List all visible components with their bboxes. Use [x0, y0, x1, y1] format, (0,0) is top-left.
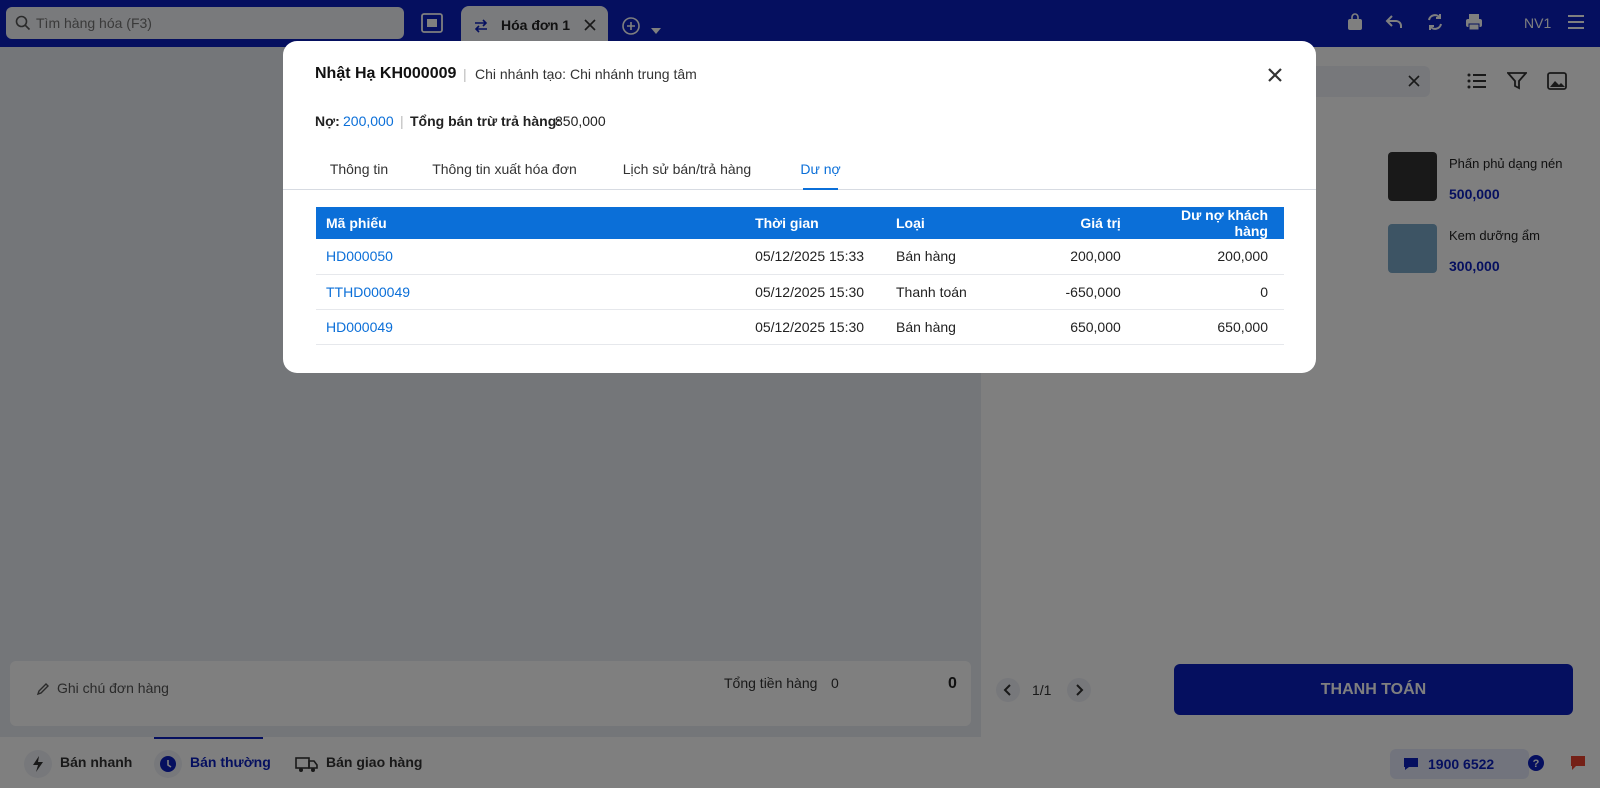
customer-name: Nhật Hạ KH000009 — [315, 65, 457, 82]
close-icon[interactable] — [1263, 63, 1287, 87]
debt-table: Mã phiếu Thời gian Loại Giá trị Dư nợ kh… — [316, 207, 1284, 345]
cell-value: -650,000 — [1016, 274, 1137, 310]
net-sales-label: Tổng bán trừ trả hàng: — [410, 113, 561, 129]
table-row[interactable]: HD000049 05/12/2025 15:30 Bán hàng 650,0… — [316, 309, 1284, 345]
cell-type: Bán hàng — [886, 309, 1017, 345]
tab-info[interactable]: Thông tin — [311, 149, 407, 190]
cell-customer-debt: 650,000 — [1136, 309, 1284, 345]
cell-customer-debt: 200,000 — [1136, 239, 1284, 275]
table-row[interactable]: TTHD000049 05/12/2025 15:30 Thanh toán -… — [316, 274, 1284, 310]
col-customer-debt[interactable]: Dư nợ khách hàng — [1136, 207, 1284, 239]
table-header-row: Mã phiếu Thời gian Loại Giá trị Dư nợ kh… — [316, 207, 1284, 239]
col-voucher-code[interactable]: Mã phiếu — [316, 207, 746, 239]
voucher-code-link[interactable]: HD000049 — [316, 309, 746, 345]
cell-value: 200,000 — [1016, 239, 1137, 275]
cell-value: 650,000 — [1016, 309, 1137, 345]
voucher-code-link[interactable]: HD000050 — [316, 239, 746, 275]
table-row[interactable]: HD000050 05/12/2025 15:33 Bán hàng 200,0… — [316, 239, 1284, 275]
tab-sales-history[interactable]: Lịch sử bán/trả hàng — [603, 149, 771, 190]
cell-time: 05/12/2025 15:30 — [745, 274, 886, 310]
modal-tabs: Thông tin Thông tin xuất hóa đơn Lịch sử… — [283, 149, 1316, 190]
voucher-code-link[interactable]: TTHD000049 — [316, 274, 746, 310]
col-type[interactable]: Loại — [886, 207, 1017, 239]
branch-info: Chi nhánh tạo: Chi nhánh trung tâm — [475, 66, 697, 82]
divider: | — [463, 66, 467, 82]
col-time[interactable]: Thời gian — [745, 207, 886, 239]
customer-detail-modal: Nhật Hạ KH000009 | Chi nhánh tạo: Chi nh… — [283, 41, 1316, 373]
debt-value[interactable]: 200,000 — [343, 113, 394, 129]
tab-invoice-info[interactable]: Thông tin xuất hóa đơn — [416, 149, 593, 190]
net-sales-value: 850,000 — [555, 113, 606, 129]
divider: | — [400, 113, 404, 129]
col-value[interactable]: Giá trị — [1016, 207, 1137, 239]
cell-time: 05/12/2025 15:30 — [745, 309, 886, 345]
debt-label: Nợ: — [315, 113, 340, 129]
cell-customer-debt: 0 — [1136, 274, 1284, 310]
tab-debt[interactable]: Dư nợ — [781, 149, 860, 190]
cell-type: Bán hàng — [886, 239, 1017, 275]
cell-time: 05/12/2025 15:33 — [745, 239, 886, 275]
cell-type: Thanh toán — [886, 274, 1017, 310]
